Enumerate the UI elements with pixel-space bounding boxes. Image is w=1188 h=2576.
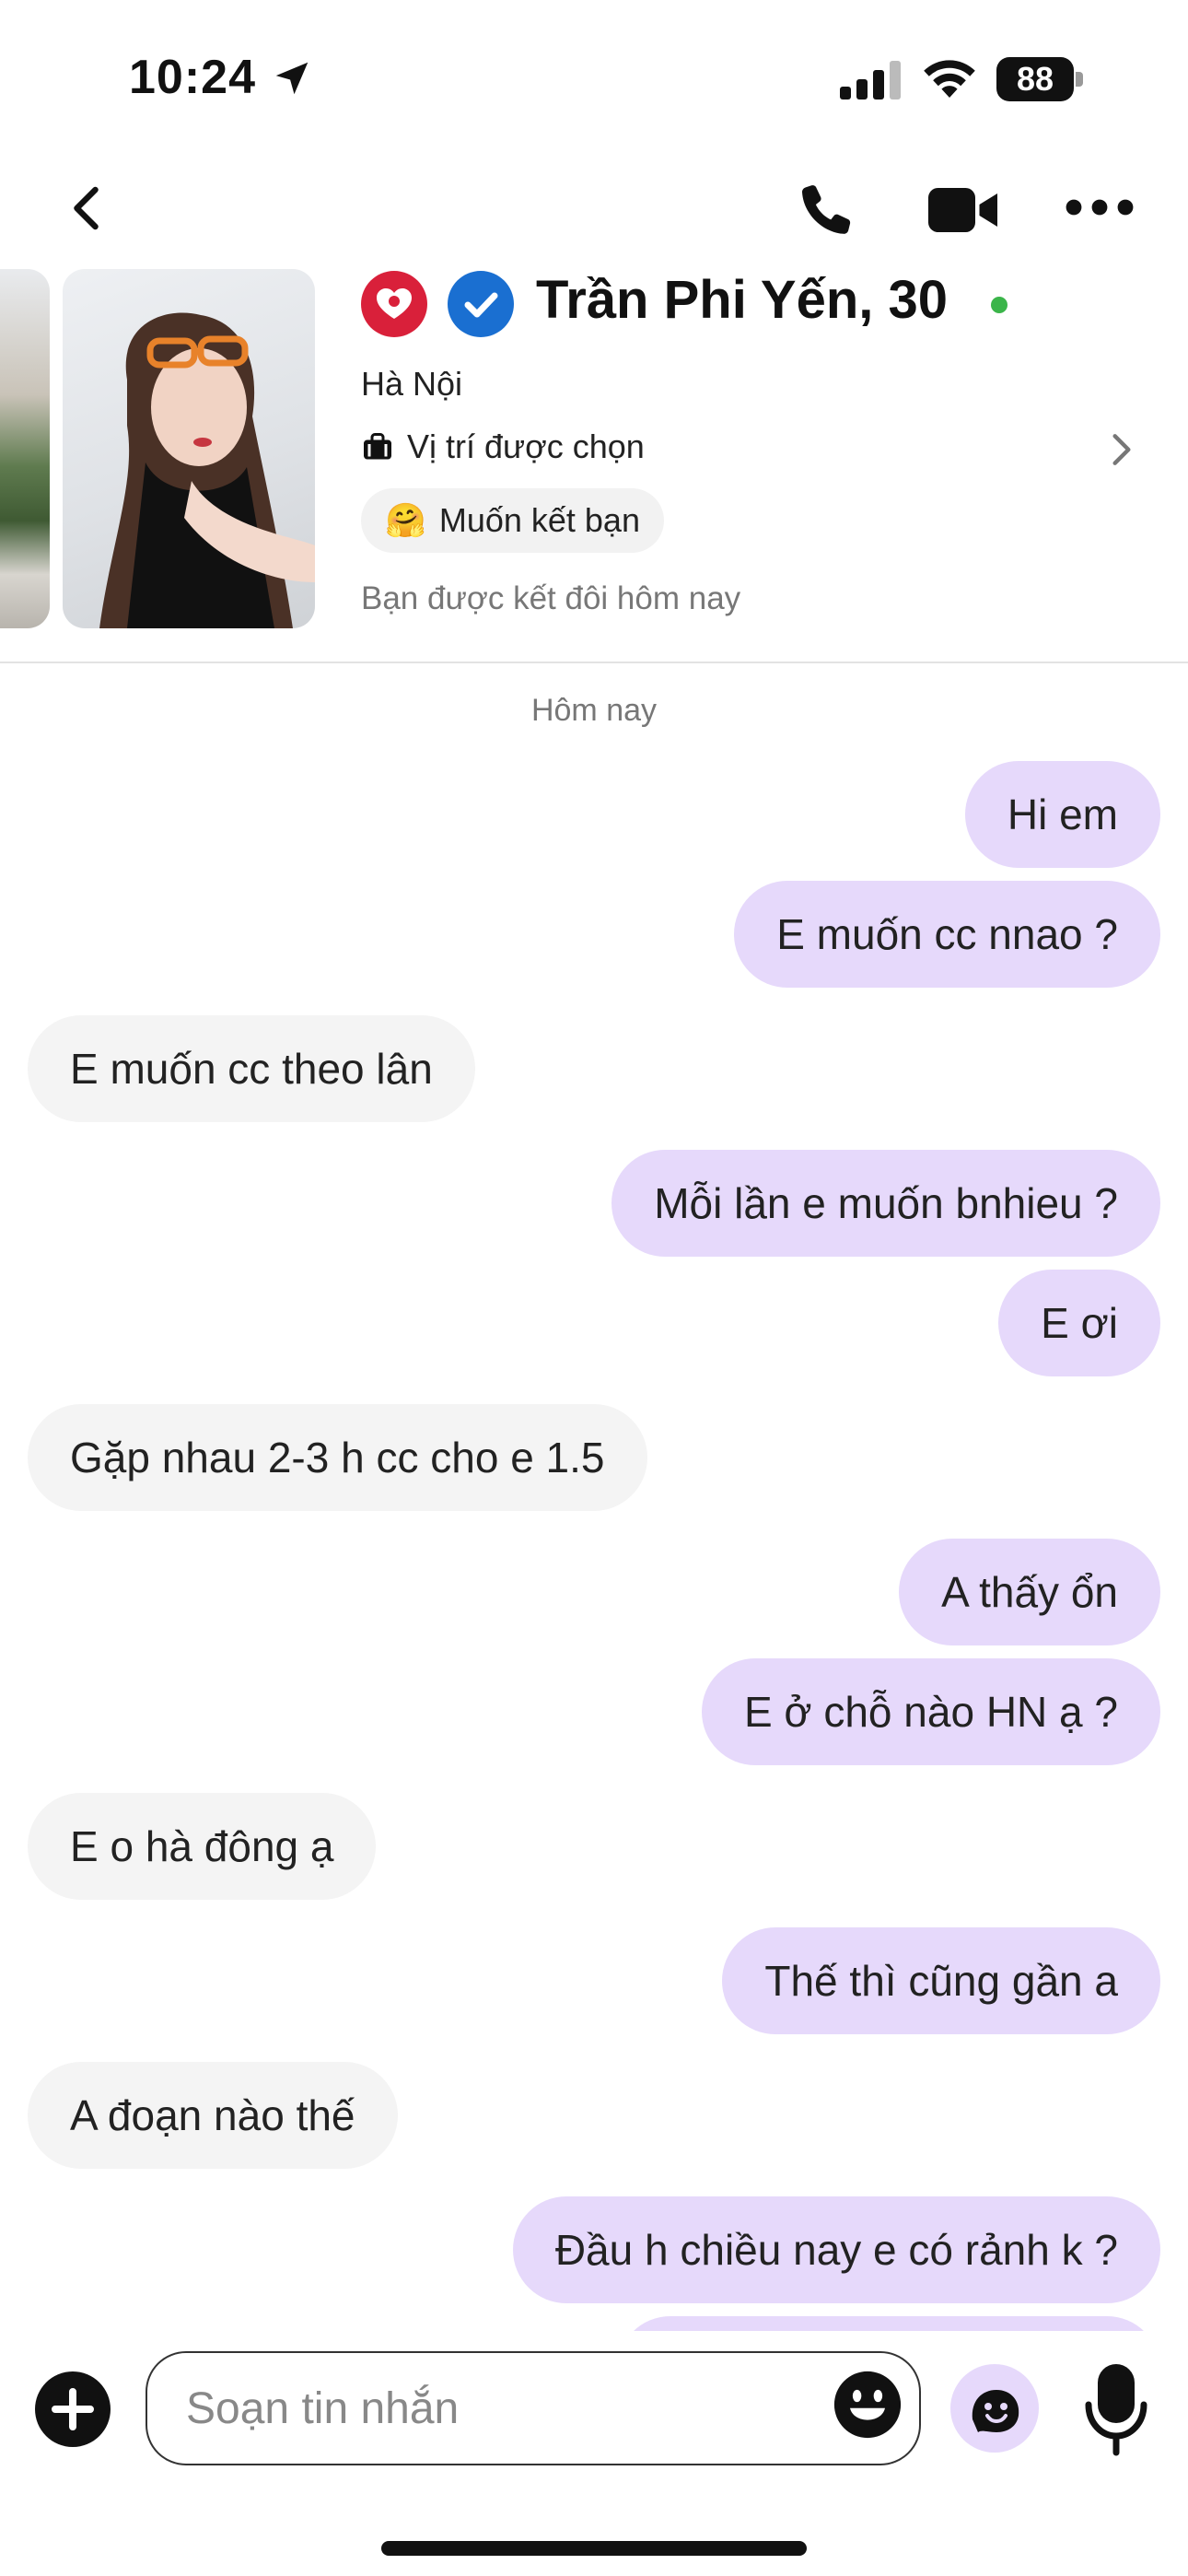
microphone-icon[interactable] bbox=[1083, 2364, 1149, 2456]
phone-call-icon[interactable] bbox=[794, 179, 858, 243]
message-bubble-incoming[interactable]: Gặp nhau 2-3 h cc cho e 1.5 bbox=[28, 1404, 647, 1511]
battery-level: 88 bbox=[1016, 60, 1054, 98]
location-label: Vị trí được chọn bbox=[407, 427, 645, 465]
home-indicator[interactable] bbox=[381, 2541, 807, 2556]
profile-photo[interactable] bbox=[63, 269, 315, 628]
message-bubble-outgoing[interactable]: E muốn cc nnao ? bbox=[734, 881, 1160, 988]
sticker-face-icon bbox=[972, 2390, 1019, 2432]
profile-photo-illustration bbox=[99, 312, 315, 628]
message-bubble-outgoing[interactable]: Thế thì cũng gần a bbox=[722, 1927, 1160, 2034]
verified-check-icon bbox=[448, 271, 514, 337]
sticker-button[interactable] bbox=[950, 2364, 1039, 2453]
chevron-right-icon[interactable] bbox=[1103, 429, 1140, 470]
back-chevron-icon[interactable] bbox=[61, 181, 116, 236]
match-note: Bạn được kết đôi hôm nay bbox=[361, 580, 741, 616]
message-bubble-incoming[interactable]: E muốn cc theo lân bbox=[28, 1015, 475, 1122]
message-bubble-incoming[interactable]: E o hà đông ạ bbox=[28, 1793, 377, 1900]
intent-label: Muốn kết bạn bbox=[438, 501, 640, 539]
more-options-icon[interactable] bbox=[1065, 192, 1135, 223]
dating-heart-badge-icon bbox=[361, 271, 427, 337]
plus-icon bbox=[52, 2388, 94, 2430]
cellular-signal-icon bbox=[840, 61, 901, 100]
video-call-icon[interactable] bbox=[928, 182, 1000, 238]
smiley-emoji-icon[interactable] bbox=[833, 2370, 903, 2440]
briefcase-icon bbox=[364, 433, 391, 460]
hugging-face-emoji-icon: 🤗 bbox=[385, 501, 426, 539]
message-input[interactable]: Soạn tin nhắn bbox=[146, 2351, 921, 2465]
profile-city: Hà Nội bbox=[361, 365, 463, 403]
message-bubble-outgoing[interactable]: Đầu h chiều nay e có rảnh k ? bbox=[512, 2196, 1160, 2303]
message-bubble-incoming[interactable]: A đoạn nào thế bbox=[28, 2062, 398, 2169]
date-separator: Hôm nay bbox=[530, 693, 658, 728]
profile-photo-previous[interactable] bbox=[0, 269, 50, 628]
message-bubble-outgoing[interactable]: E ở chỗ nào HN ạ ? bbox=[701, 1658, 1160, 1765]
header-divider bbox=[0, 662, 1188, 663]
message-bubble-outgoing[interactable]: Hi em bbox=[964, 761, 1160, 868]
message-bubble-outgoing[interactable]: A thấy ổn bbox=[899, 1539, 1160, 1645]
battery-indicator: 88 bbox=[996, 57, 1085, 101]
message-bubble-outgoing[interactable]: Mỗi lần e muốn bnhieu ? bbox=[611, 1150, 1160, 1257]
location-row[interactable]: Vị trí được chọn bbox=[361, 426, 645, 468]
location-arrow-icon bbox=[275, 62, 309, 95]
status-time: 10:24 bbox=[129, 51, 256, 104]
online-status-dot bbox=[991, 297, 1007, 313]
intent-pill: 🤗 Muốn kết bạn bbox=[361, 488, 664, 553]
add-attachment-button[interactable] bbox=[35, 2371, 111, 2447]
message-bubble-outgoing[interactable]: E ơi bbox=[998, 1270, 1160, 1376]
wifi-icon bbox=[924, 60, 975, 98]
profile-name[interactable]: Trần Phi Yến, 30 bbox=[536, 269, 948, 331]
